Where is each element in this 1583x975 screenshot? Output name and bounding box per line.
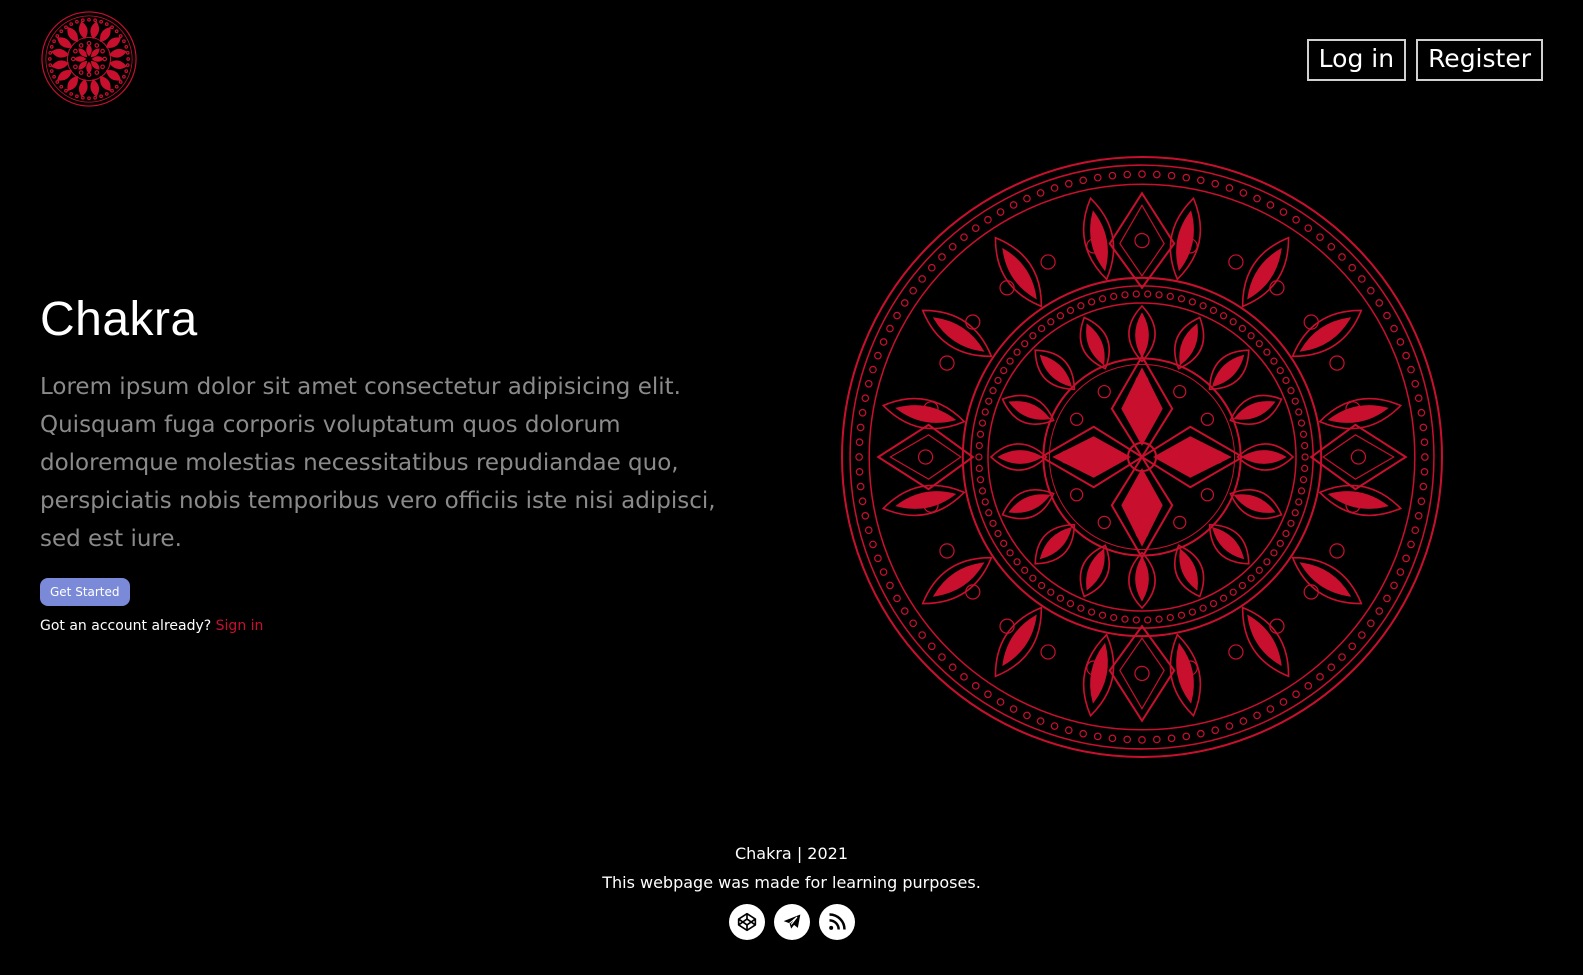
footer-note: This webpage was made for learning purpo…	[602, 873, 981, 892]
mandala-logo-icon[interactable]	[40, 10, 138, 108]
telegram-icon[interactable]	[773, 904, 810, 940]
hero-description: Lorem ipsum dolor sit amet consectetur a…	[40, 374, 716, 552]
hero-section: Chakra Lorem ipsum dolor sit amet consec…	[40, 290, 750, 634]
footer: Chakra | 2021 This webpage was made for …	[0, 843, 1583, 940]
rss-icon[interactable]	[818, 904, 855, 940]
get-started-button[interactable]: Get Started	[40, 578, 130, 606]
header-nav: Log in Register	[1306, 39, 1543, 81]
account-prompt: Got an account already?	[40, 618, 212, 634]
register-button[interactable]: Register	[1416, 39, 1543, 81]
login-button[interactable]: Log in	[1306, 39, 1407, 81]
signin-link[interactable]: Sign in	[216, 618, 264, 634]
mandala-illustration	[840, 155, 1444, 759]
page-title: Chakra	[40, 293, 198, 346]
account-prompt-line: Got an account already? Sign in	[40, 618, 750, 634]
codepen-icon[interactable]	[728, 904, 765, 940]
social-links	[0, 904, 1583, 940]
footer-copyright: Chakra | 2021	[734, 844, 849, 863]
